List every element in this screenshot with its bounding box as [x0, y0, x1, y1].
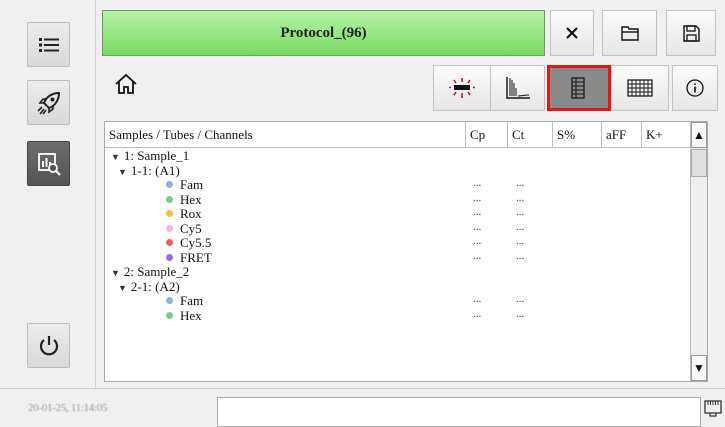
ct-cell: ... — [516, 220, 525, 233]
tube-row[interactable]: ▼ 2-1: (A2) — [105, 278, 692, 295]
cp-cell: ... — [473, 293, 482, 305]
expand-caret-icon[interactable]: ▼ — [118, 167, 127, 177]
channel-row[interactable]: Fam...... — [105, 177, 692, 193]
row-label: Fam — [180, 177, 204, 192]
grid-icon — [627, 79, 653, 97]
channel-color-dot — [166, 195, 173, 203]
channel-color-dot — [166, 297, 173, 304]
row-label: FRET — [180, 249, 212, 265]
sidebar — [0, 0, 95, 388]
sample-row[interactable]: ▼ 1: Sample_1 — [105, 148, 692, 164]
cp-cell: ... — [473, 307, 482, 320]
view-grid-button[interactable] — [611, 65, 669, 111]
analysis-button[interactable] — [27, 141, 70, 186]
channel-color-dot — [166, 311, 173, 319]
curve-chart-icon — [505, 77, 530, 99]
datetime-label: 20-01-25, 11:14:05 — [28, 402, 108, 414]
expand-caret-icon[interactable]: ▼ — [111, 152, 120, 162]
main-panel: Protocol_(96) Samples / Tubes / Channels… — [95, 0, 725, 388]
ct-cell: ... — [516, 191, 525, 204]
column-header-k-plus[interactable]: K+ — [642, 122, 692, 148]
sample-row[interactable]: ▼ 2: Sample_2 — [105, 264, 692, 280]
vertical-scrollbar[interactable]: ▲ ▼ — [690, 122, 707, 381]
home-button[interactable] — [114, 72, 138, 101]
channel-row[interactable]: Hex...... — [105, 191, 692, 208]
ct-cell: ... — [516, 307, 525, 320]
cp-cell: ... — [473, 249, 482, 262]
channel-color-dot — [166, 224, 173, 232]
scroll-thumb[interactable] — [691, 149, 707, 177]
channel-row[interactable]: FRET...... — [105, 249, 692, 266]
channel-color-dot — [166, 181, 173, 188]
channel-color-dot — [166, 210, 173, 217]
row-label: Hex — [180, 307, 202, 323]
row-label: 1: Sample_1 — [123, 148, 190, 163]
channel-row[interactable]: Cy5...... — [105, 220, 692, 237]
ct-cell: ... — [516, 206, 525, 218]
save-icon — [682, 24, 700, 42]
channel-color-dot — [166, 239, 173, 246]
row-label: Cy5.5 — [180, 235, 212, 250]
ct-cell: ... — [516, 249, 525, 262]
tube-row[interactable]: ▼ 1-1: (A1) — [105, 162, 692, 179]
column-header-ct[interactable]: Ct — [508, 122, 553, 148]
column-header-cp[interactable]: Cp — [466, 122, 508, 148]
cp-cell: ... — [473, 235, 482, 247]
info-button[interactable] — [672, 65, 718, 111]
ct-cell: ... — [516, 235, 525, 247]
power-icon — [39, 335, 58, 355]
expand-caret-icon[interactable]: ▼ — [111, 268, 120, 278]
row-label: Hex — [180, 191, 202, 207]
menu-button[interactable] — [27, 22, 70, 67]
channel-row[interactable]: Rox...... — [105, 206, 692, 222]
scroll-down-button[interactable]: ▼ — [691, 355, 707, 381]
cp-cell: ... — [473, 220, 482, 233]
row-label: Rox — [180, 206, 202, 221]
ct-cell: ... — [516, 293, 525, 305]
folder-open-icon — [620, 26, 639, 41]
expand-caret-icon[interactable]: ▼ — [118, 283, 127, 293]
close-icon — [566, 27, 578, 39]
samples-table: Samples / Tubes / Channels Cp Ct S% aFF … — [104, 121, 708, 382]
cp-cell: ... — [473, 206, 482, 218]
ct-cell: ... — [516, 177, 525, 189]
list-table-icon — [571, 77, 585, 99]
open-button[interactable] — [602, 10, 657, 56]
status-message-box — [217, 397, 701, 427]
network-icon — [704, 400, 722, 417]
channel-row[interactable]: Hex...... — [105, 307, 692, 324]
run-button[interactable] — [27, 80, 70, 125]
row-label: 2-1: (A2) — [130, 278, 180, 294]
hamburger-menu-icon — [38, 37, 59, 52]
rocket-icon — [36, 91, 60, 114]
channel-color-dot — [166, 253, 173, 261]
info-icon — [686, 79, 704, 97]
status-bar: 20-01-25, 11:14:05 — [0, 388, 725, 427]
view-curves-button[interactable] — [490, 65, 545, 111]
column-header-samples[interactable]: Samples / Tubes / Channels — [105, 122, 466, 148]
column-header-s-percent[interactable]: S% — [553, 122, 602, 148]
column-header-aff[interactable]: aFF — [602, 122, 642, 148]
chart-magnifier-icon — [37, 152, 61, 176]
close-button[interactable] — [550, 10, 594, 56]
power-button[interactable] — [27, 323, 70, 368]
led-icon — [449, 78, 475, 98]
row-label: 2: Sample_2 — [123, 264, 190, 279]
home-icon — [115, 73, 137, 94]
row-label: Cy5 — [180, 220, 202, 236]
row-label: 1-1: (A1) — [130, 162, 180, 178]
view-list-button[interactable] — [547, 65, 611, 111]
cp-cell: ... — [473, 191, 482, 204]
channel-row[interactable]: Fam...... — [105, 293, 692, 309]
table-body: ▼ 1: Sample_1 ▼ 1-1: (A1) Fam...... Hex......… — [105, 148, 692, 324]
cp-cell: ... — [473, 177, 482, 189]
scroll-up-button[interactable]: ▲ — [691, 122, 707, 148]
protocol-title[interactable]: Protocol_(96) — [102, 10, 545, 56]
row-label: Fam — [180, 293, 204, 308]
save-button[interactable] — [666, 10, 716, 56]
channel-row[interactable]: Cy5.5...... — [105, 235, 692, 251]
view-led-button[interactable] — [433, 65, 491, 111]
table-header: Samples / Tubes / Channels Cp Ct S% aFF … — [105, 122, 692, 148]
